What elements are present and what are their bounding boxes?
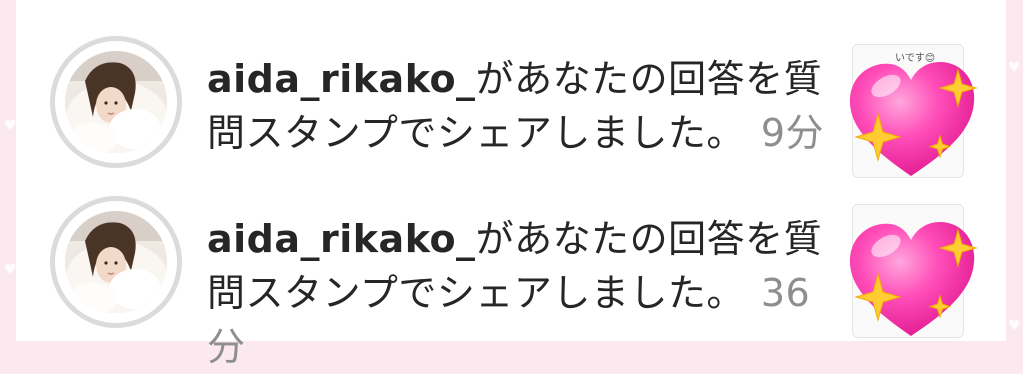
username-link[interactable]: aida_rikako_ (207, 57, 476, 101)
notification-message: aida_rikako_があなたの回答を質問スタンプでシェアしました。 9分 (207, 52, 827, 160)
avatar-ring[interactable] (50, 196, 182, 328)
sparkling-heart-icon (849, 222, 978, 336)
background-heart-icon: ♥ (4, 118, 17, 134)
notification-row[interactable]: aida_rikako_があなたの回答を質問スタンプでシェアしました。 9分 いで… (16, 30, 1006, 180)
story-thumbnail[interactable] (836, 204, 986, 340)
notification-row[interactable]: aida_rikako_があなたの回答を質問スタンプでシェアしました。 36分 (16, 190, 1006, 369)
background-heart-icon: ♥ (1008, 60, 1021, 76)
username-link[interactable]: aida_rikako_ (207, 217, 476, 261)
notification-message: aida_rikako_があなたの回答を質問スタンプでシェアしました。 36分 (207, 212, 827, 374)
sparkling-heart-icon (849, 62, 978, 176)
avatar-ring[interactable] (50, 36, 182, 168)
activity-feed: aida_rikako_があなたの回答を質問スタンプでシェアしました。 9分 いで… (16, 0, 1006, 369)
avatar[interactable] (65, 211, 167, 313)
background-heart-icon: ♥ (1008, 318, 1021, 334)
avatar[interactable] (65, 51, 167, 153)
story-thumbnail[interactable]: いです😊 (836, 44, 986, 180)
background-heart-icon: ♥ (4, 262, 17, 278)
timestamp: 9分 (760, 111, 825, 155)
